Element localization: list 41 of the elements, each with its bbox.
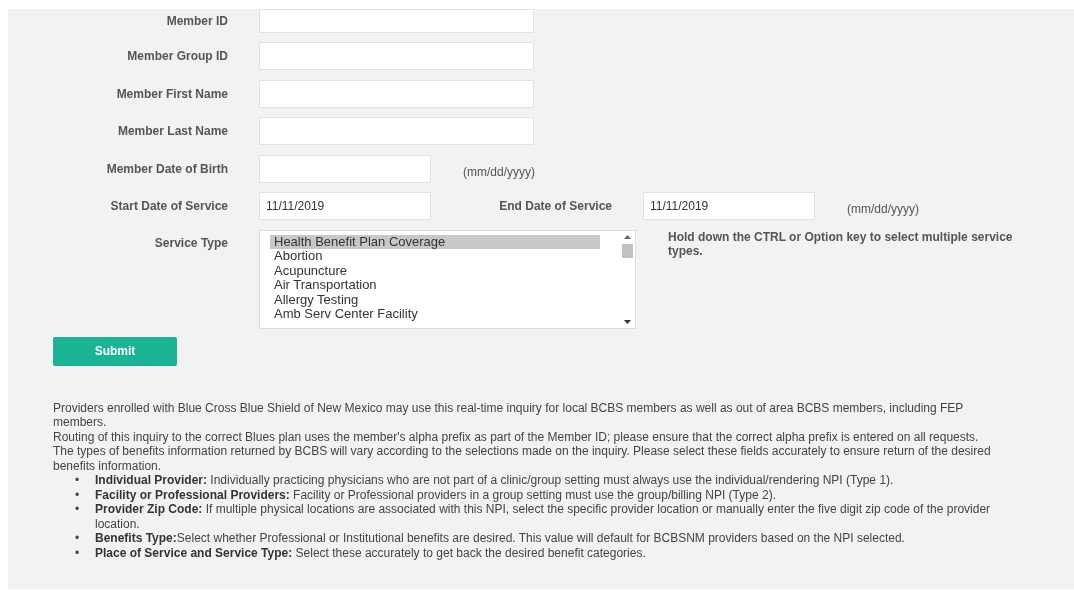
bullet-marker: •	[75, 473, 81, 488]
field-label: Service Type	[153, 234, 229, 250]
list-option[interactable]: Health Benefit Plan Coverage	[270, 234, 600, 249]
field-label: Member First Name	[115, 86, 229, 101]
scroll-down-icon[interactable]	[624, 319, 631, 324]
bullet-marker: •	[75, 502, 81, 518]
help-text: Hold down the CTRL or Option key to select multiple service types.	[668, 229, 1014, 258]
bullet-marker: •	[75, 531, 81, 546]
scroll-up-icon[interactable]	[624, 234, 631, 239]
field-label: Start Date of Service	[109, 199, 229, 213]
list-option[interactable]: Air Transportation	[270, 278, 600, 293]
info-paragraph: The types of benefits information returned by BCBS will vary according to the selections made on the inquiry. Please select these fields accurately to ensure return of the desired benefits information.	[53, 444, 992, 473]
info-bullet: Place of Service and Service Type: Select these accurately to get back the desired benefit categories.	[95, 545, 647, 560]
bullet-marker: •	[75, 545, 81, 560]
list-option[interactable]: Acupuncture	[270, 263, 600, 278]
field-label: Member ID	[165, 14, 229, 28]
field-label: Member Date of Birth	[105, 161, 229, 176]
service-type-listbox[interactable]: Health Benefit Plan Coverage Abortion Acupuncture Air Transportation Allergy Testing Amb Serv Center Facility	[259, 229, 636, 329]
list-option[interactable]: Amb Serv Center Facility	[270, 307, 600, 322]
text-field[interactable]	[259, 42, 534, 70]
date-field[interactable]	[259, 154, 431, 183]
date-format-hint: (mm/dd/yyyy)	[463, 163, 535, 179]
date-format-hint: (mm/dd/yyyy)	[847, 201, 919, 216]
info-bullet: Individual Provider: Individually practicing physicians who are not part of a clinic/group setting must always use the individual/rendering NPI (Type 1).	[95, 473, 895, 488]
info-bullet: Benefits Type:Select whether Professional or Institutional benefits are desired. This value will default for BCBSNM providers based on the NPI selected.	[95, 531, 906, 546]
info-bullet: Provider Zip Code: If multiple physical locations are associated with this NPI, select the specific provider location or manually enter the five digit zip code of the provider location.	[95, 502, 992, 531]
text-field[interactable]	[259, 117, 534, 145]
text-field[interactable]	[259, 9, 534, 33]
field-label: Member Last Name	[116, 124, 229, 138]
info-paragraph: Routing of this inquiry to the correct Blues plan uses the member's alpha prefix as part of the Member ID; please ensure that the correct alpha prefix is entered on all requests.	[53, 429, 980, 444]
info-paragraph: Providers enrolled with Blue Cross Blue Shield of New Mexico may use this real-time inquiry for local BCBS members as well as out of area BCBS members, including FEP members.	[53, 400, 965, 430]
date-field[interactable]: 11/11/2019	[259, 192, 431, 220]
field-label: Member Group ID	[126, 49, 229, 63]
date-field[interactable]: 11/11/2019	[643, 192, 815, 220]
field-label: End Date of Service	[498, 199, 613, 213]
scroll-thumb[interactable]	[622, 243, 633, 258]
info-bullet: Facility or Professional Providers: Facility or Professional providers in a group setting must use the group/billing NPI (Type 2).	[95, 487, 777, 502]
text-field[interactable]	[259, 79, 534, 108]
bullet-marker: •	[75, 487, 81, 502]
list-option[interactable]: Allergy Testing	[270, 292, 600, 307]
list-option[interactable]: Abortion	[270, 249, 600, 264]
